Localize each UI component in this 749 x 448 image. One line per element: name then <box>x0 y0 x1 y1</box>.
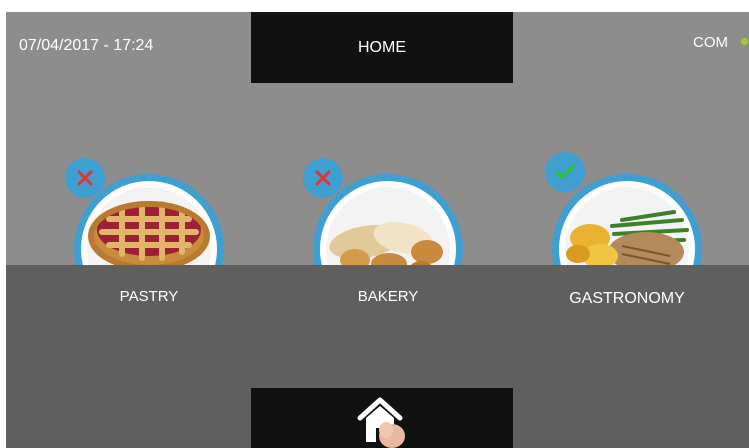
home-button[interactable] <box>251 388 513 448</box>
touch-screen: 07/04/2017 - 17:24 HOME COM PASTRY BAKER… <box>6 12 749 448</box>
category-label: PASTRY <box>119 288 179 305</box>
gastronomy-selected-badge <box>545 152 585 192</box>
category-label: GASTRONOMY <box>569 290 685 307</box>
home-icon <box>357 397 405 448</box>
category-pastry[interactable]: PASTRY <box>64 12 234 312</box>
category-gastronomy[interactable]: GASTRONOMY <box>542 12 712 312</box>
x-icon <box>77 170 93 186</box>
connection-status-dot <box>741 38 748 45</box>
bakery-unavailable-badge <box>303 158 343 198</box>
category-bakery[interactable]: BAKERY <box>303 12 473 312</box>
check-icon <box>555 164 575 179</box>
pastry-unavailable-badge <box>65 158 105 198</box>
x-icon <box>315 170 331 186</box>
category-label: BAKERY <box>357 288 419 305</box>
